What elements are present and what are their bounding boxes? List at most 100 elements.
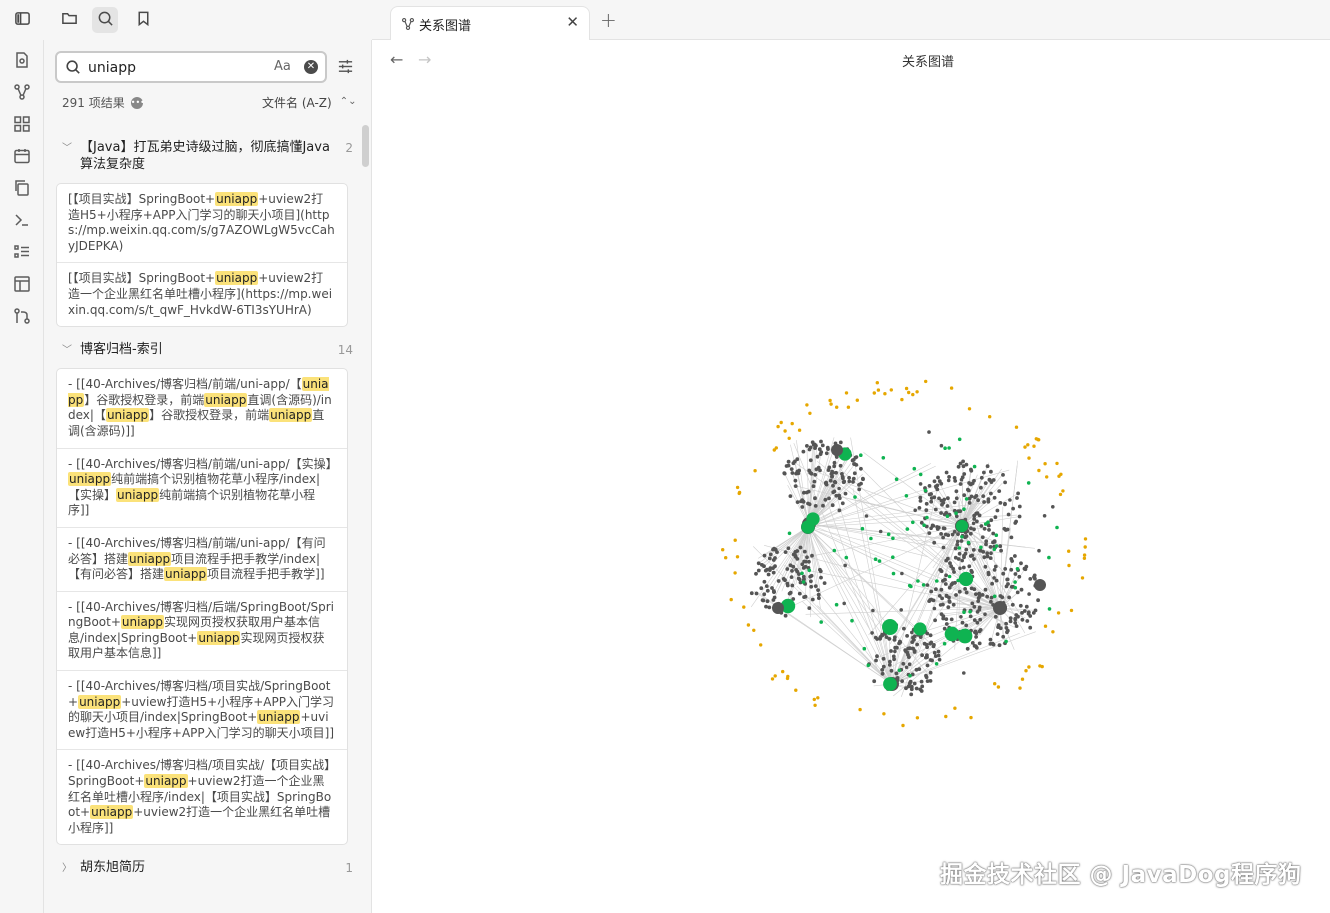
note-node[interactable] bbox=[1051, 505, 1055, 509]
note-node[interactable] bbox=[813, 496, 817, 501]
note-node[interactable] bbox=[821, 503, 825, 508]
note-node[interactable] bbox=[809, 584, 814, 589]
note-node[interactable] bbox=[905, 650, 910, 655]
note-node[interactable] bbox=[967, 564, 972, 569]
note-node[interactable] bbox=[1020, 617, 1025, 622]
note-node[interactable] bbox=[968, 531, 973, 536]
note-node[interactable] bbox=[976, 599, 981, 603]
note-node[interactable] bbox=[1013, 521, 1018, 525]
note-node[interactable] bbox=[983, 564, 988, 569]
note-node[interactable] bbox=[801, 499, 806, 504]
note-node[interactable] bbox=[816, 465, 821, 470]
orphan-node[interactable] bbox=[759, 643, 763, 647]
note-node[interactable] bbox=[982, 555, 987, 560]
note-node[interactable] bbox=[853, 495, 857, 499]
note-node[interactable] bbox=[789, 467, 794, 471]
note-node[interactable] bbox=[927, 531, 932, 535]
note-node[interactable] bbox=[961, 565, 966, 570]
matched-node[interactable] bbox=[925, 583, 930, 587]
note-node[interactable] bbox=[1036, 598, 1040, 603]
note-node[interactable] bbox=[1033, 608, 1038, 613]
orphan-node[interactable] bbox=[797, 428, 802, 432]
chevron-right-icon[interactable]: 〉 bbox=[62, 860, 72, 877]
note-node[interactable] bbox=[850, 618, 854, 623]
note-node[interactable] bbox=[972, 604, 977, 609]
note-node[interactable] bbox=[913, 508, 917, 513]
note-node[interactable] bbox=[921, 583, 926, 587]
note-node[interactable] bbox=[1055, 525, 1059, 530]
chevron-down-icon[interactable]: ﹀ bbox=[62, 342, 72, 359]
note-node[interactable] bbox=[1015, 496, 1019, 500]
note-node[interactable] bbox=[1017, 514, 1022, 519]
note-node[interactable] bbox=[985, 594, 990, 599]
matched-node[interactable] bbox=[859, 453, 863, 458]
note-node[interactable] bbox=[761, 598, 766, 603]
note-node[interactable] bbox=[972, 527, 976, 532]
matched-node[interactable] bbox=[946, 478, 951, 483]
note-node[interactable] bbox=[805, 444, 809, 448]
note-node[interactable] bbox=[819, 450, 824, 454]
note-node[interactable] bbox=[992, 495, 997, 500]
matched-node[interactable] bbox=[806, 512, 820, 526]
note-node[interactable] bbox=[1010, 559, 1014, 563]
note-node[interactable] bbox=[939, 443, 944, 448]
note-node[interactable] bbox=[881, 456, 886, 460]
note-node[interactable] bbox=[912, 681, 917, 686]
matched-node[interactable] bbox=[923, 488, 928, 493]
note-node[interactable] bbox=[907, 655, 911, 659]
orphan-node[interactable] bbox=[774, 446, 778, 450]
search-match[interactable]: - [[40-Archives/博客归档/前端/uni-app/【实操】unia… bbox=[57, 449, 347, 528]
note-node[interactable] bbox=[933, 507, 938, 512]
search-match[interactable]: - [[40-Archives/博客归档/前端/uni-app/【uniapp】… bbox=[57, 369, 347, 449]
matched-node[interactable] bbox=[935, 527, 940, 531]
orphan-node[interactable] bbox=[812, 697, 816, 702]
matched-node[interactable] bbox=[1013, 580, 1017, 584]
note-node[interactable] bbox=[986, 499, 991, 504]
orphan-node[interactable] bbox=[904, 386, 909, 391]
result-file-header[interactable]: ﹀ 【Java】打瓦弟史诗级过脑，彻底搞懂Java算法复杂度 2 bbox=[44, 125, 362, 173]
orphan-node[interactable] bbox=[733, 538, 737, 542]
note-node[interactable] bbox=[909, 687, 914, 692]
note-node[interactable] bbox=[954, 514, 959, 519]
note-node[interactable] bbox=[996, 625, 1000, 629]
note-node[interactable] bbox=[1028, 614, 1033, 618]
note-node[interactable] bbox=[881, 656, 886, 661]
note-node[interactable] bbox=[784, 464, 789, 468]
templates-button[interactable] bbox=[12, 180, 32, 200]
note-node[interactable] bbox=[944, 593, 949, 598]
note-node[interactable] bbox=[912, 638, 916, 642]
matched-node[interactable] bbox=[893, 649, 897, 654]
note-node[interactable] bbox=[875, 654, 879, 659]
note-node[interactable] bbox=[952, 476, 957, 480]
matched-node[interactable] bbox=[935, 579, 939, 583]
note-node[interactable] bbox=[939, 532, 943, 536]
hub-node[interactable] bbox=[1034, 579, 1046, 591]
note-node[interactable] bbox=[943, 577, 947, 582]
note-node[interactable] bbox=[925, 653, 929, 658]
search-match[interactable]: - [[40-Archives/博客归档/项目实战/SpringBoot+uni… bbox=[57, 671, 347, 751]
note-node[interactable] bbox=[970, 601, 975, 606]
note-node[interactable] bbox=[986, 572, 991, 577]
note-node[interactable] bbox=[851, 480, 855, 484]
note-node[interactable] bbox=[754, 591, 759, 596]
orphan-node[interactable] bbox=[944, 714, 948, 719]
matched-node[interactable] bbox=[927, 430, 931, 434]
matched-node[interactable] bbox=[864, 514, 869, 518]
note-node[interactable] bbox=[997, 489, 1002, 493]
note-node[interactable] bbox=[809, 579, 813, 584]
note-node[interactable] bbox=[953, 546, 958, 551]
search-match[interactable]: - [[40-Archives/博客归档/项目实战/【项目实战】SpringBo… bbox=[57, 750, 347, 844]
orphan-node[interactable] bbox=[872, 391, 876, 395]
orphan-node[interactable] bbox=[721, 548, 725, 552]
note-node[interactable] bbox=[969, 468, 974, 473]
note-node[interactable] bbox=[832, 460, 837, 465]
note-node[interactable] bbox=[816, 592, 821, 597]
note-node[interactable] bbox=[932, 650, 937, 655]
note-node[interactable] bbox=[1013, 572, 1018, 576]
orphan-node[interactable] bbox=[949, 386, 954, 390]
note-node[interactable] bbox=[947, 585, 952, 590]
matched-node[interactable] bbox=[843, 563, 847, 568]
orphan-node[interactable] bbox=[993, 682, 997, 686]
note-node[interactable] bbox=[1010, 602, 1015, 607]
note-node[interactable] bbox=[964, 534, 969, 539]
